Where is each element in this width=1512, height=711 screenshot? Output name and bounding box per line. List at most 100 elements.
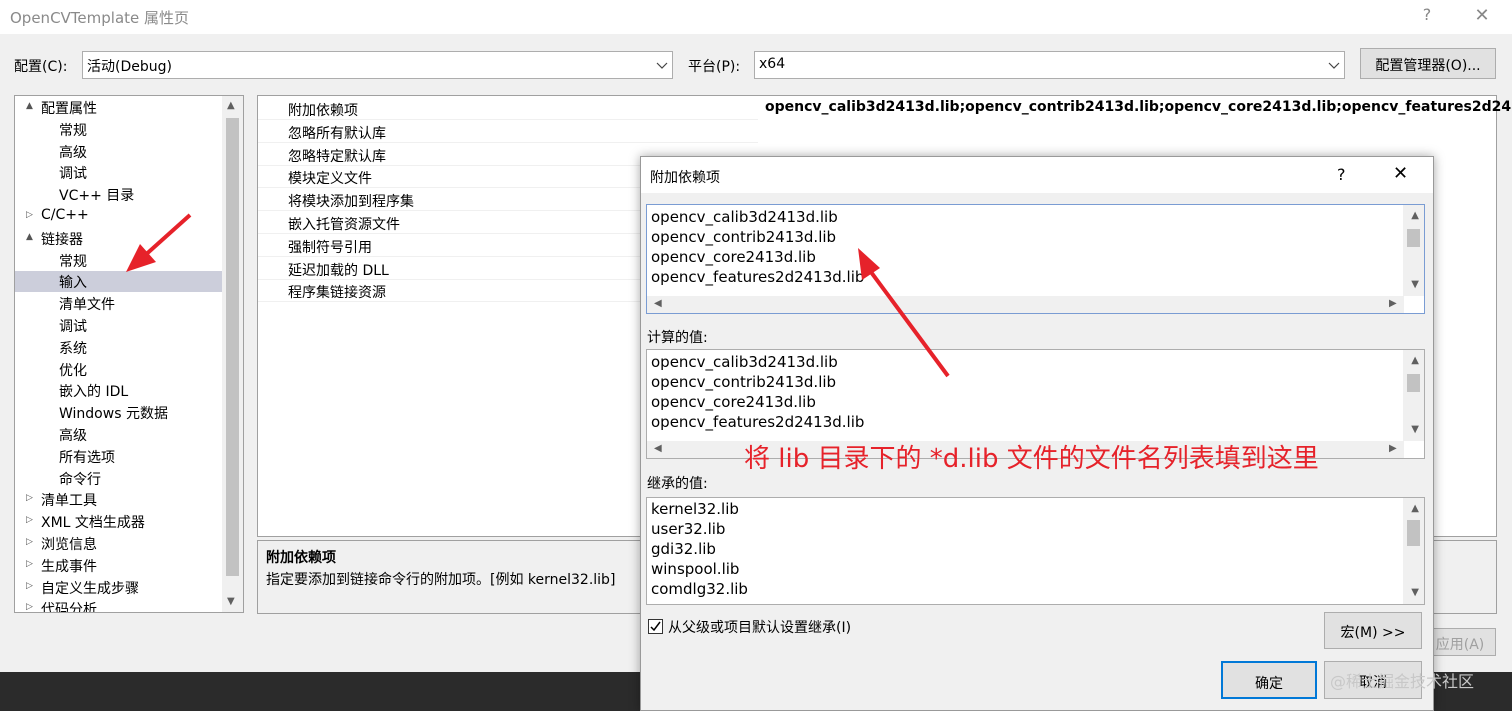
tree-item[interactable]: ▷ 生成事件	[15, 555, 222, 576]
list-line: gdi32.lib	[651, 540, 716, 558]
config-combo[interactable]: 活动(Debug)	[82, 51, 673, 79]
tree-item[interactable]: 高级	[15, 141, 222, 162]
tree-item[interactable]: 调试	[15, 162, 222, 183]
list-line: opencv_contrib2413d.lib	[651, 228, 837, 246]
property-name: 嵌入托管资源文件	[288, 217, 400, 233]
platform-combo[interactable]: x64	[754, 51, 1345, 79]
inherited-scroll-thumb[interactable]	[1407, 520, 1420, 546]
tree-item[interactable]: ▷ 代码分析	[15, 598, 222, 612]
dialog-help-button[interactable]: ?	[1337, 165, 1346, 184]
macro-button[interactable]: 宏(M) >>	[1324, 612, 1422, 649]
editbox-scroll-thumb[interactable]	[1407, 229, 1420, 247]
tree-item[interactable]: 所有选项	[15, 446, 222, 467]
inherited-values-label: 继承的值:	[647, 476, 708, 492]
list-line: opencv_calib3d2413d.lib	[651, 353, 838, 371]
platform-label: 平台(P):	[688, 59, 741, 75]
property-name: 忽略所有默认库	[288, 125, 386, 142]
collapsed-icon[interactable]: ▷	[26, 581, 38, 591]
tree-item-label: 调试	[59, 319, 87, 335]
collapsed-icon[interactable]: ▷	[26, 515, 38, 525]
tree-item[interactable]: 常规	[15, 250, 222, 271]
tree-item-label: 清单文件	[59, 297, 115, 314]
tree-item-label: 配置属性	[41, 101, 97, 117]
tree-item[interactable]: 调试	[15, 315, 222, 336]
tree-item[interactable]: ▷ XML 文档生成器	[15, 511, 222, 532]
tree-scroll-thumb[interactable]	[226, 118, 239, 576]
collapsed-icon[interactable]: ▷	[26, 210, 38, 220]
collapsed-icon[interactable]: ▷	[26, 537, 38, 547]
dialog-close-button[interactable]: ✕	[1393, 163, 1408, 184]
tree-item-label: 高级	[59, 144, 87, 161]
list-line: opencv_core2413d.lib	[651, 248, 816, 266]
inherit-checkbox-label[interactable]: 从父级或项目默认设置继承(I)	[668, 617, 851, 637]
tree-item[interactable]: 嵌入的 IDL	[15, 380, 222, 401]
help-button[interactable]: ?	[1414, 5, 1440, 29]
tree-item[interactable]: ▷ 浏览信息	[15, 533, 222, 554]
property-row[interactable]: 忽略所有默认库	[258, 120, 758, 143]
tree-item-label: 生成事件	[41, 558, 97, 575]
tree-item[interactable]: 命令行	[15, 468, 222, 489]
scroll-left-icon[interactable]: ◀	[654, 443, 662, 454]
tree-item-label: 系统	[59, 340, 87, 357]
scroll-down-icon[interactable]: ▼	[227, 596, 235, 607]
config-label: 配置(C):	[14, 59, 68, 75]
tree-item-label: 命令行	[59, 471, 101, 488]
dependencies-editbox[interactable]: opencv_calib3d2413d.lib opencv_contrib241…	[646, 204, 1425, 314]
list-line: user32.lib	[651, 520, 726, 538]
list-line: opencv_features2d2413d.lib	[651, 413, 865, 431]
annotation-text: 将 lib 目录下的 *d.lib 文件的文件名列表填到这里	[744, 444, 1319, 474]
tree-item[interactable]: 常规	[15, 119, 222, 140]
collapsed-icon[interactable]: ▷	[26, 493, 38, 503]
collapsed-icon[interactable]: ▷	[26, 559, 38, 569]
tree-item[interactable]: Windows 元数据	[15, 402, 222, 423]
inherit-checkbox[interactable]	[648, 619, 663, 634]
property-row[interactable]: 附加依赖项	[258, 97, 758, 120]
config-manager-button[interactable]: 配置管理器(O)...	[1360, 48, 1496, 79]
window-titlebar	[0, 0, 1512, 34]
tree-item[interactable]: ▲ 链接器	[15, 228, 222, 249]
expanded-icon[interactable]: ▲	[26, 101, 38, 111]
tree-item[interactable]: ▲ 配置属性	[15, 97, 222, 118]
tree-item[interactable]: 优化	[15, 359, 222, 380]
tree-item[interactable]: VC++ 目录	[15, 184, 222, 205]
scroll-up-icon[interactable]: ▲	[1411, 355, 1419, 366]
scroll-up-icon[interactable]: ▲	[227, 100, 235, 111]
config-value: 活动(Debug)	[87, 59, 172, 75]
scroll-up-icon[interactable]: ▲	[1411, 503, 1419, 514]
scroll-down-icon[interactable]: ▼	[1411, 279, 1419, 290]
tree-item[interactable]: ▷ 自定义生成步骤	[15, 577, 222, 598]
tree-item-label: C/C++	[41, 207, 89, 223]
editbox-hscroll[interactable]	[647, 296, 1404, 313]
window-title: OpenCVTemplate 属性页	[10, 9, 190, 27]
scroll-down-icon[interactable]: ▼	[1411, 587, 1419, 598]
tree-item[interactable]: 高级	[15, 424, 222, 445]
scroll-right-icon[interactable]: ▶	[1389, 443, 1397, 454]
tree-item[interactable]: 输入	[15, 271, 222, 293]
scroll-left-icon[interactable]: ◀	[654, 298, 662, 309]
computed-values-label: 计算的值:	[647, 330, 708, 346]
tree-item[interactable]: ▷ 清单工具	[15, 489, 222, 510]
list-line: opencv_core2413d.lib	[651, 393, 816, 411]
tree-item-label: 所有选项	[59, 449, 115, 466]
close-button[interactable]: ✕	[1468, 5, 1496, 29]
scroll-up-icon[interactable]: ▲	[1411, 210, 1419, 221]
description-text: 指定要添加到链接命令行的附加项。[例如 kernel32.lib]	[266, 572, 616, 588]
property-name: 附加依赖项	[288, 103, 358, 119]
property-value[interactable]: opencv_calib3d2413d.lib;opencv_contrib24…	[765, 99, 1512, 115]
tree-item[interactable]: 系统	[15, 337, 222, 358]
ok-button[interactable]: 确定	[1221, 661, 1317, 699]
expanded-icon[interactable]: ▲	[26, 232, 38, 242]
apply-button[interactable]: 应用(A)	[1424, 628, 1496, 656]
computed-scroll-thumb[interactable]	[1407, 374, 1420, 392]
property-name: 将模块添加到程序集	[288, 194, 414, 211]
tree-item-label: 高级	[59, 428, 87, 444]
scroll-down-icon[interactable]: ▼	[1411, 424, 1419, 435]
description-title: 附加依赖项	[266, 550, 336, 566]
checkmark-icon	[650, 621, 661, 632]
tree-item[interactable]: ▷ C/C++	[15, 206, 222, 227]
tree-item[interactable]: 清单文件	[15, 293, 222, 314]
scroll-right-icon[interactable]: ▶	[1389, 298, 1397, 309]
list-line: winspool.lib	[651, 560, 740, 578]
inherited-values-list: kernel32.lib user32.lib gdi32.lib winspool.…	[646, 497, 1425, 605]
collapsed-icon[interactable]: ▷	[26, 602, 38, 612]
